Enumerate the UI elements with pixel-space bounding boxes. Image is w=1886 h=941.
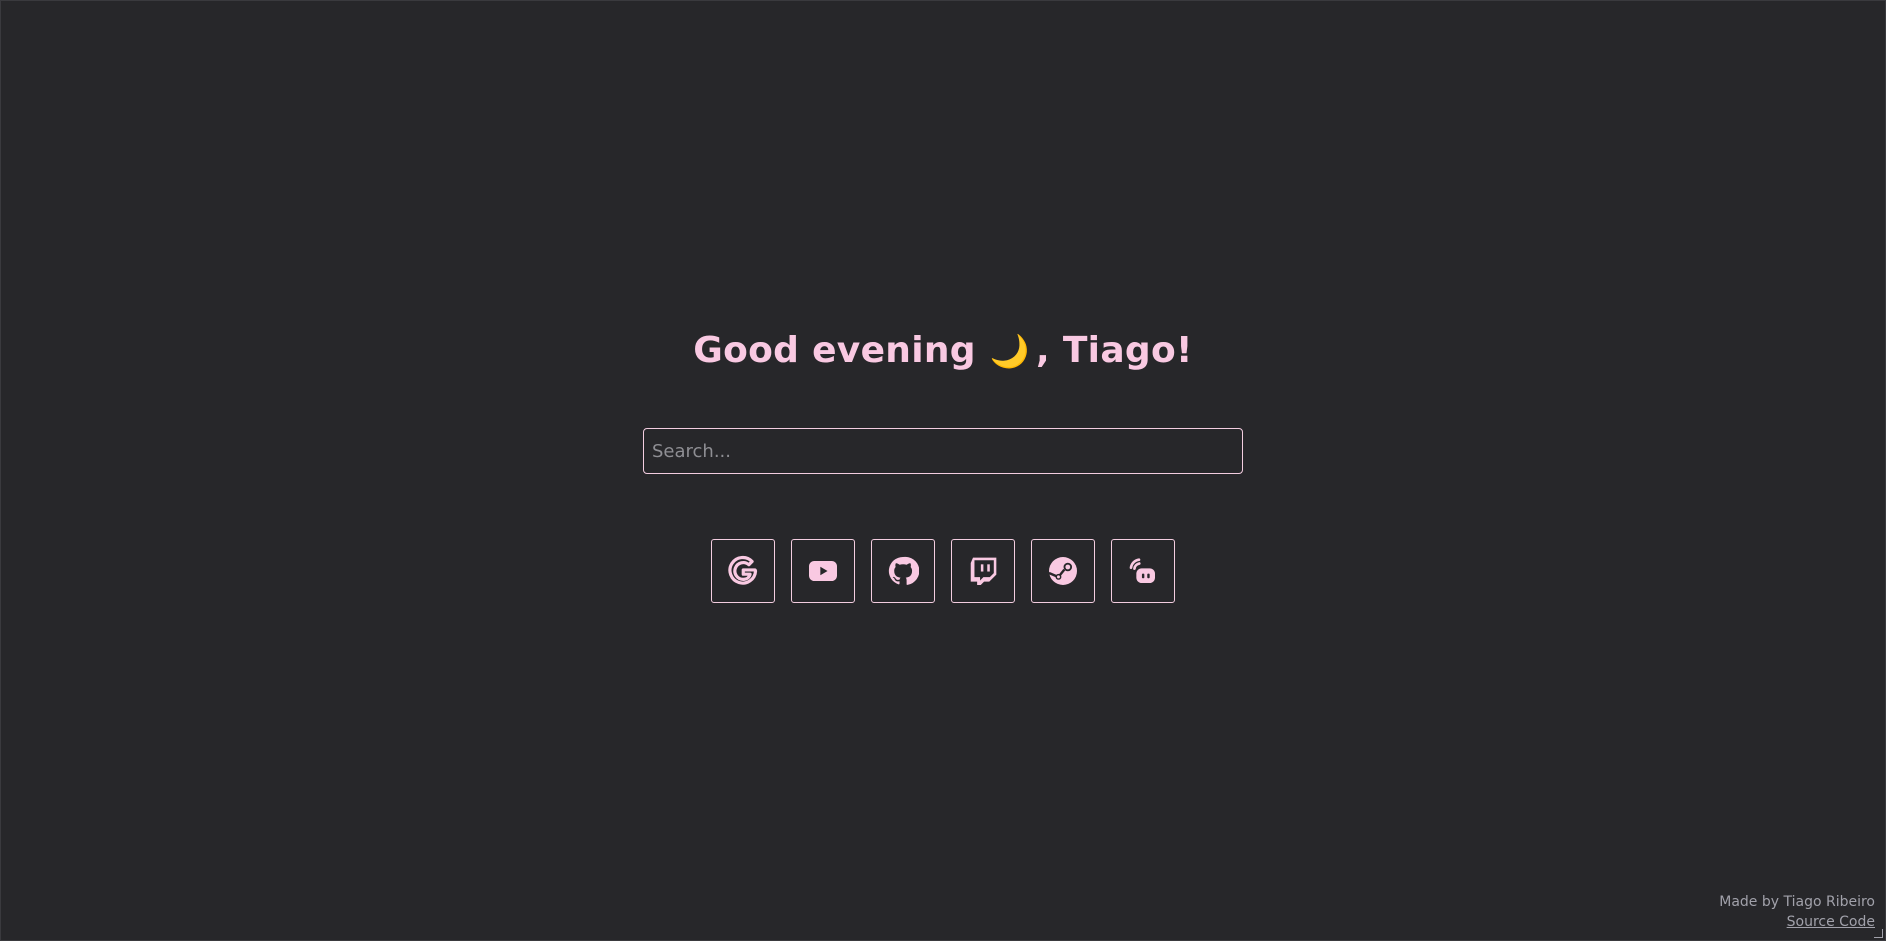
quick-links: [711, 539, 1175, 603]
footer-credit: Made by Tiago Ribeiro: [1719, 894, 1875, 910]
steam-link-button[interactable]: [1031, 539, 1095, 603]
github-link-button[interactable]: [871, 539, 935, 603]
greeting-prefix: Good evening: [693, 330, 976, 371]
github-icon: [888, 556, 919, 585]
google-link-button[interactable]: [711, 539, 775, 603]
moon-icon: 🌙: [989, 332, 1031, 370]
resize-grip-icon[interactable]: [1874, 929, 1883, 938]
hardware-icon: [1129, 558, 1155, 583]
search-input[interactable]: [643, 428, 1243, 474]
youtube-icon: [809, 561, 837, 581]
start-page: Good evening 🌙, Tiago! Search... Made by…: [0, 0, 1886, 941]
steam-icon: [1048, 557, 1077, 585]
source-code-link[interactable]: Source Code: [1787, 914, 1875, 930]
greeting-suffix: , Tiago!: [1036, 330, 1193, 371]
google-icon: [728, 555, 758, 585]
twitch-link-button[interactable]: [951, 539, 1015, 603]
hardware-link-button[interactable]: [1111, 539, 1175, 603]
youtube-link-button[interactable]: [791, 539, 855, 603]
twitch-icon: [970, 557, 997, 585]
footer: Made by Tiago Ribeiro Source Code: [1719, 892, 1875, 932]
greeting-heading: Good evening 🌙, Tiago!: [1, 327, 1885, 375]
